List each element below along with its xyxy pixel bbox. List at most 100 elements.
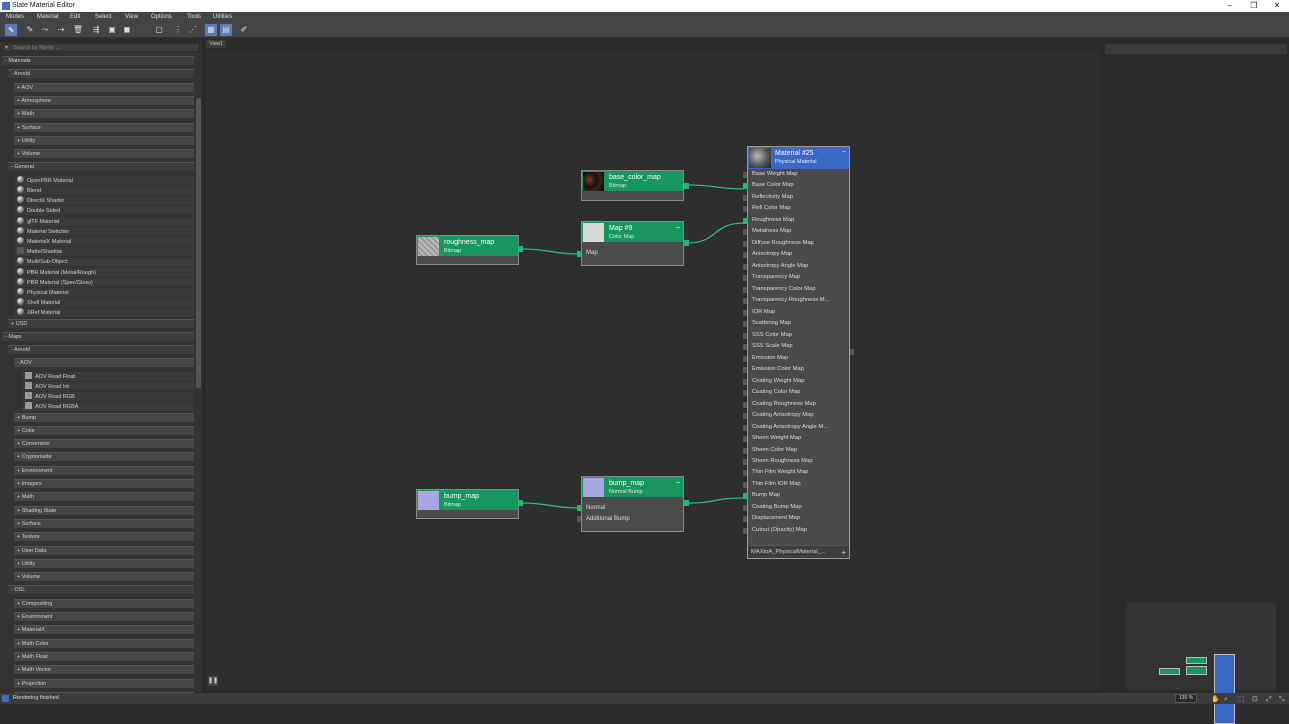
input-port[interactable] — [743, 332, 747, 339]
browser-group[interactable]: + Color — [14, 425, 194, 435]
search-dropdown-icon[interactable]: ▾ — [5, 44, 8, 52]
node-roughness-map[interactable]: roughness_map Bitmap — [416, 235, 519, 265]
browser-group[interactable]: + MaterialX — [14, 625, 194, 635]
minimize-icon[interactable]: – — [1218, 0, 1242, 12]
input-port-connected[interactable] — [743, 217, 748, 224]
layout-vertical-icon[interactable]: ⋮ — [172, 24, 184, 36]
layout-children-icon[interactable]: ⋰ — [187, 24, 199, 36]
input-port[interactable] — [743, 504, 747, 511]
input-port[interactable] — [743, 309, 747, 316]
browser-item[interactable]: Matte/Shadow — [14, 247, 194, 257]
node-base-color-map[interactable]: base_color_map Bitmap — [581, 170, 684, 201]
move-children-icon[interactable]: ⇶ — [90, 24, 102, 36]
add-slot-icon[interactable]: + — [841, 546, 846, 559]
browser-group[interactable]: + Texture — [14, 532, 194, 542]
input-port[interactable] — [743, 286, 747, 293]
browser-group[interactable]: + Environment — [14, 465, 194, 475]
input-port[interactable] — [743, 172, 747, 178]
input-port[interactable] — [743, 206, 747, 213]
input-port[interactable] — [577, 505, 582, 511]
node-bump-map-bitmap[interactable]: bump_map Bitmap — [416, 489, 519, 519]
browser-item[interactable]: glTF Material — [14, 216, 194, 226]
menu-tools[interactable]: Tools — [187, 12, 201, 22]
background-icon[interactable]: ◼ — [121, 24, 133, 36]
material-list-icon[interactable]: ▦ — [205, 24, 217, 36]
input-port[interactable] — [743, 424, 747, 431]
input-port[interactable] — [577, 251, 582, 257]
input-port[interactable] — [743, 436, 747, 443]
input-port[interactable] — [743, 240, 747, 247]
input-port[interactable] — [743, 263, 747, 270]
assign-material-icon[interactable]: ⤳ — [39, 24, 51, 36]
browser-item[interactable]: Multi/Sub-Object — [14, 257, 194, 267]
browser-group[interactable]: + Shading State — [14, 505, 194, 515]
node-view-canvas[interactable] — [204, 50, 1102, 692]
input-port[interactable] — [743, 413, 747, 420]
browser-group[interactable]: + Bump — [14, 412, 194, 422]
close-icon[interactable]: ✕ — [1265, 0, 1289, 12]
browser-group[interactable]: + Imagers — [14, 479, 194, 488]
menu-material[interactable]: Material — [37, 12, 58, 22]
browser-group[interactable]: + Projection — [14, 678, 194, 688]
input-port[interactable] — [743, 252, 747, 259]
browser-group[interactable]: + AOV — [14, 82, 194, 92]
paint-icon[interactable]: ✐ — [238, 24, 250, 36]
zoom-region-icon[interactable]: ⬚ — [1238, 694, 1245, 705]
browser-group[interactable]: + Atmosphere — [14, 95, 194, 105]
input-port[interactable] — [743, 459, 747, 465]
browser-item[interactable]: AOV Read RGBA — [22, 402, 194, 412]
output-port[interactable] — [850, 349, 854, 355]
tab-view1[interactable]: View1 — [206, 40, 226, 48]
zoom-icon[interactable]: ⌕ — [1224, 694, 1228, 705]
output-port[interactable] — [684, 500, 689, 506]
output-port[interactable] — [518, 246, 523, 252]
restore-icon[interactable]: ❐ — [1242, 0, 1266, 12]
browser-group[interactable]: + USD — [8, 318, 194, 328]
input-port[interactable] — [743, 275, 747, 282]
browser-item[interactable]: Blend — [14, 185, 194, 195]
navigator[interactable] — [1126, 602, 1276, 724]
browser-group[interactable]: + Math Vector — [14, 665, 194, 675]
browser-group[interactable]: + Environment — [14, 612, 194, 621]
browser-group[interactable]: + Utility — [14, 135, 194, 145]
maximize-view-icon[interactable]: ⤡ — [1279, 694, 1285, 705]
browser-item[interactable]: AOV Read Int — [22, 381, 194, 391]
node-map-9[interactable]: Map #9 Color Map – Map — [581, 221, 684, 266]
pick-material-icon[interactable]: ✎ — [24, 24, 36, 36]
browser-group[interactable]: + Volume — [14, 149, 194, 159]
browser-item[interactable]: Shell Material — [14, 298, 194, 308]
browser-group[interactable]: + Math Color — [14, 638, 194, 648]
node-normal-bump[interactable]: bump_map Normal Bump – Normal Additional… — [581, 476, 684, 532]
input-port-connected[interactable] — [743, 183, 748, 190]
node-material-25[interactable]: Material #25 Physical Material – Base We… — [747, 146, 850, 559]
menu-select[interactable]: Select — [95, 12, 112, 22]
browser-group[interactable]: + Math Float — [14, 651, 194, 661]
browser-group[interactable]: + Math — [14, 109, 194, 119]
output-port[interactable] — [518, 500, 523, 506]
browser-group[interactable]: + Math — [14, 492, 194, 502]
browser-group[interactable]: - Materials — [2, 56, 194, 65]
zoom-selected-icon[interactable]: ⤢ — [1266, 694, 1272, 705]
browser-group[interactable]: - Arnold — [8, 345, 194, 355]
browser-item[interactable]: PBR Material (Metal/Rough) — [14, 267, 194, 277]
input-port[interactable] — [743, 527, 747, 534]
browser-item[interactable]: Double Sided — [14, 206, 194, 216]
zoom-field[interactable]: 136 % — [1175, 694, 1197, 703]
parameter-editor-icon[interactable]: ▤ — [220, 24, 232, 36]
browser-group[interactable]: + Cryptomatte — [14, 452, 194, 462]
browser-item[interactable]: PBR Material (Spec/Gloss) — [14, 277, 194, 287]
menu-options[interactable]: Options — [151, 12, 172, 22]
zoom-extents-icon[interactable]: ⊡ — [1252, 694, 1258, 705]
browser-group[interactable]: + Compositing — [14, 598, 194, 608]
menu-view[interactable]: View — [125, 12, 138, 22]
minimize-node-icon[interactable]: – — [676, 479, 680, 486]
browser-item[interactable]: AOV Read Float — [22, 371, 194, 381]
browser-scrollbar[interactable] — [196, 98, 201, 388]
browser-group[interactable]: - General — [8, 162, 194, 172]
search-field[interactable]: ▾ Search by Name ... — [2, 43, 200, 52]
input-port[interactable] — [743, 355, 747, 362]
menu-utilities[interactable]: Utilities — [213, 12, 232, 22]
input-port[interactable] — [743, 321, 747, 328]
minimize-node-icon[interactable]: – — [676, 224, 680, 231]
input-port[interactable] — [743, 378, 747, 385]
